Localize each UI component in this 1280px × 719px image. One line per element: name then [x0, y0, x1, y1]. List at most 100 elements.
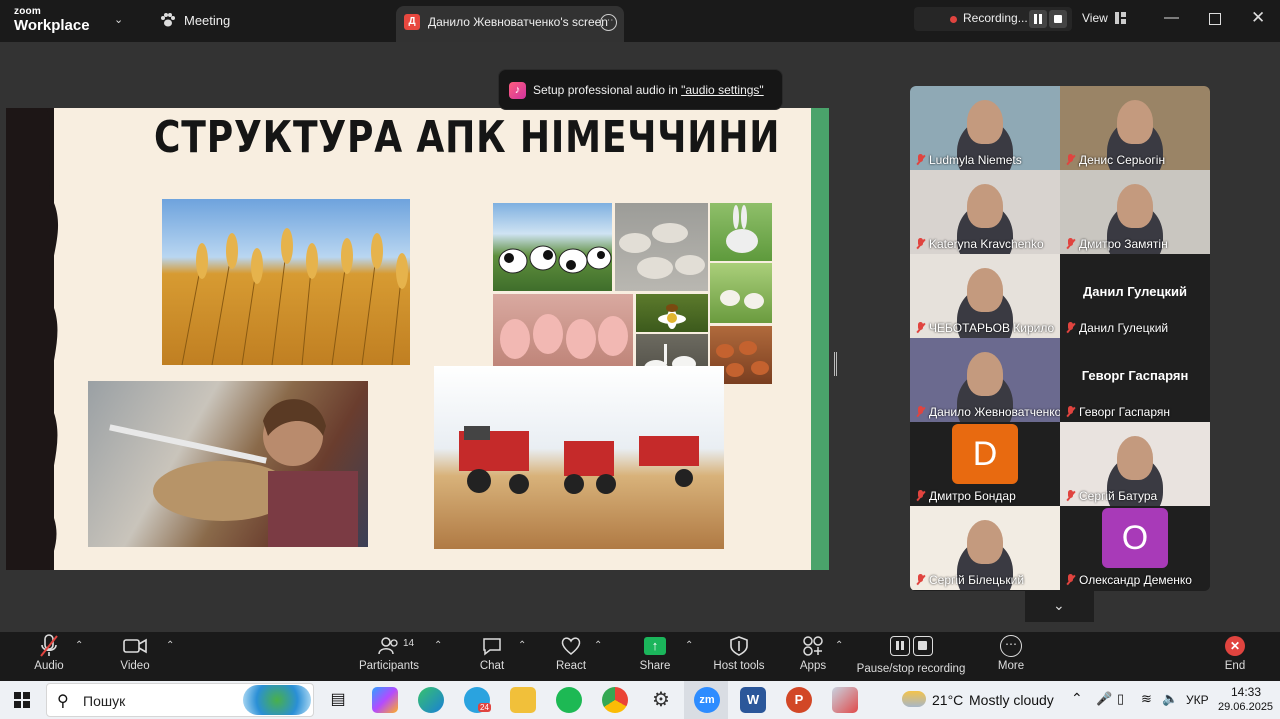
gallery-scroll-down-button[interactable]: ⌄ [1025, 591, 1094, 622]
share-options-caret[interactable]: ⌃ [685, 640, 693, 651]
muted-mic-icon [1065, 154, 1075, 166]
pause-recording-button[interactable] [1029, 10, 1047, 28]
participant-display-name: Геворг Гаспарян [1081, 368, 1189, 383]
participant-name-tag: Данило Жевноватченко [915, 405, 1060, 419]
participant-tile[interactable]: D Дмитро Бондар [910, 422, 1060, 506]
windows-start-icon[interactable] [14, 692, 30, 708]
muted-mic-icon [1065, 238, 1075, 250]
close-icon[interactable]: ✕ [1251, 8, 1265, 28]
panel-resize-handle[interactable] [834, 352, 837, 376]
wheat-photo [162, 199, 410, 365]
battery-icon[interactable]: ▯ [1117, 691, 1124, 707]
end-label: End [1224, 660, 1246, 672]
tab-shared-screen-label: Данило Жевноватченко's screen [428, 15, 608, 29]
chrome-icon[interactable] [602, 687, 628, 713]
participant-tile[interactable]: Kateryna Kravchenko [910, 170, 1060, 254]
telegram-badge: 24 [478, 703, 491, 712]
video-label: Video [120, 660, 150, 672]
participant-silhouette [967, 268, 1003, 312]
muted-mic-icon [1065, 406, 1075, 418]
tab-meeting-label: Meeting [184, 13, 231, 28]
task-view-icon[interactable]: ▤ [325, 687, 351, 713]
participant-name: Дмитро Бондар [929, 489, 1016, 503]
clock-date[interactable]: 29.06.2025 [1218, 701, 1273, 713]
language-indicator[interactable]: УКР [1186, 693, 1209, 707]
participant-count: 14 [403, 638, 415, 649]
participant-tile[interactable]: Дмитро Замятін [1060, 170, 1210, 254]
audio-label: Audio [34, 660, 64, 672]
participant-silhouette [967, 184, 1003, 228]
react-options-caret[interactable]: ⌃ [594, 640, 602, 651]
wifi-icon[interactable]: ≋ [1141, 691, 1152, 707]
zoom-app-icon[interactable]: zm [694, 687, 720, 713]
chevron-up-icon[interactable]: ⌃ [1071, 690, 1083, 707]
chat-options-caret[interactable]: ⌃ [518, 640, 526, 651]
host-tools-label: Host tools [713, 660, 765, 672]
more-options-icon[interactable]: ⋯ [600, 14, 617, 31]
participant-tile[interactable]: Сергій Білецький [910, 506, 1060, 590]
participant-tile[interactable]: Данило Жевноватченко [910, 338, 1060, 422]
microphone-icon[interactable]: 🎤 [1096, 691, 1112, 707]
apps-button[interactable]: Apps [796, 632, 830, 672]
participant-name: Kateryna Kravchenko [929, 237, 1044, 251]
participant-tile[interactable]: Сергій Батура [1060, 422, 1210, 506]
edge-icon[interactable] [418, 687, 444, 713]
participant-tile[interactable]: Денис Серьогін [1060, 86, 1210, 170]
audio-options-caret[interactable]: ⌃ [75, 640, 83, 651]
share-button[interactable]: ↑ Share [637, 632, 673, 672]
participant-tile[interactable]: Ludmyla Niemets [910, 86, 1060, 170]
cows-photo [493, 203, 612, 291]
copilot-icon[interactable] [372, 687, 398, 713]
end-meeting-button[interactable]: ✕ End [1218, 632, 1252, 672]
chevron-down-icon: ⌄ [1053, 597, 1065, 613]
minimize-icon[interactable]: — [1164, 9, 1179, 26]
spotify-icon[interactable] [556, 687, 582, 713]
video-options-caret[interactable]: ⌃ [166, 640, 174, 651]
taskbar-search[interactable]: ⚲ Пошук [46, 683, 314, 717]
view-button[interactable]: View [1082, 11, 1108, 25]
tab-meeting[interactable]: Meeting [160, 13, 230, 28]
host-tools-button[interactable]: Host tools [710, 632, 768, 672]
participants-options-caret[interactable]: ⌃ [434, 640, 442, 651]
search-highlight-icon [243, 685, 311, 715]
restore-icon[interactable] [1209, 13, 1221, 25]
audio-settings-link[interactable]: "audio settings" [681, 83, 764, 97]
muted-mic-icon [915, 238, 925, 250]
chat-label: Chat [479, 660, 505, 672]
apps-options-caret[interactable]: ⌃ [835, 640, 843, 651]
stop-recording-button[interactable] [1049, 10, 1067, 28]
muted-mic-icon [915, 574, 925, 586]
audio-settings-toast: ♪ Setup professional audio in "audio set… [498, 69, 783, 110]
word-icon[interactable]: W [740, 687, 766, 713]
shield-icon [710, 632, 768, 660]
muted-mic-icon [915, 322, 925, 334]
participant-tile[interactable]: Геворг Гаспарян Геворг Гаспарян [1060, 338, 1210, 422]
more-button[interactable]: ⋯ More [994, 632, 1028, 672]
participant-tile[interactable]: Данил Гулецкий Данил Гулецкий [1060, 254, 1210, 338]
video-button[interactable]: Video [114, 632, 156, 672]
toast-text: Setup professional audio in [533, 83, 682, 97]
presenter-avatar: Д [404, 14, 420, 30]
search-icon: ⚲ [57, 693, 69, 710]
volume-icon[interactable]: 🔈 [1162, 691, 1178, 707]
chat-bubble-icon [474, 632, 510, 660]
participant-tile[interactable]: ЧЕБОТАРЬОВ Кирило [910, 254, 1060, 338]
file-explorer-icon[interactable] [510, 687, 536, 713]
participant-tile[interactable]: O Олександр Деменко [1060, 506, 1210, 590]
muted-mic-icon [915, 490, 925, 502]
clock-time[interactable]: 14:33 [1231, 685, 1261, 699]
audio-button[interactable]: Audio [28, 632, 70, 672]
slide-green-edge [811, 108, 829, 570]
participant-name-tag: ЧЕБОТАРЬОВ Кирило [915, 321, 1054, 335]
shared-slide: СТРУКТУРА АПК НІМЕЧЧИНИ [6, 108, 829, 570]
record-dot-icon [950, 16, 957, 23]
more-label: More [997, 660, 1025, 672]
powerpoint-icon[interactable]: P [786, 687, 812, 713]
pause-stop-recording-button[interactable]: Pause/stop recording [856, 632, 966, 675]
react-button[interactable]: React [553, 632, 589, 672]
chevron-down-icon[interactable]: ⌄ [114, 13, 123, 26]
snipping-tool-icon[interactable] [832, 687, 858, 713]
settings-icon[interactable]: ⚙ [648, 687, 674, 713]
chat-button[interactable]: Chat [474, 632, 510, 672]
participant-name-tag: Дмитро Замятін [1065, 237, 1168, 251]
